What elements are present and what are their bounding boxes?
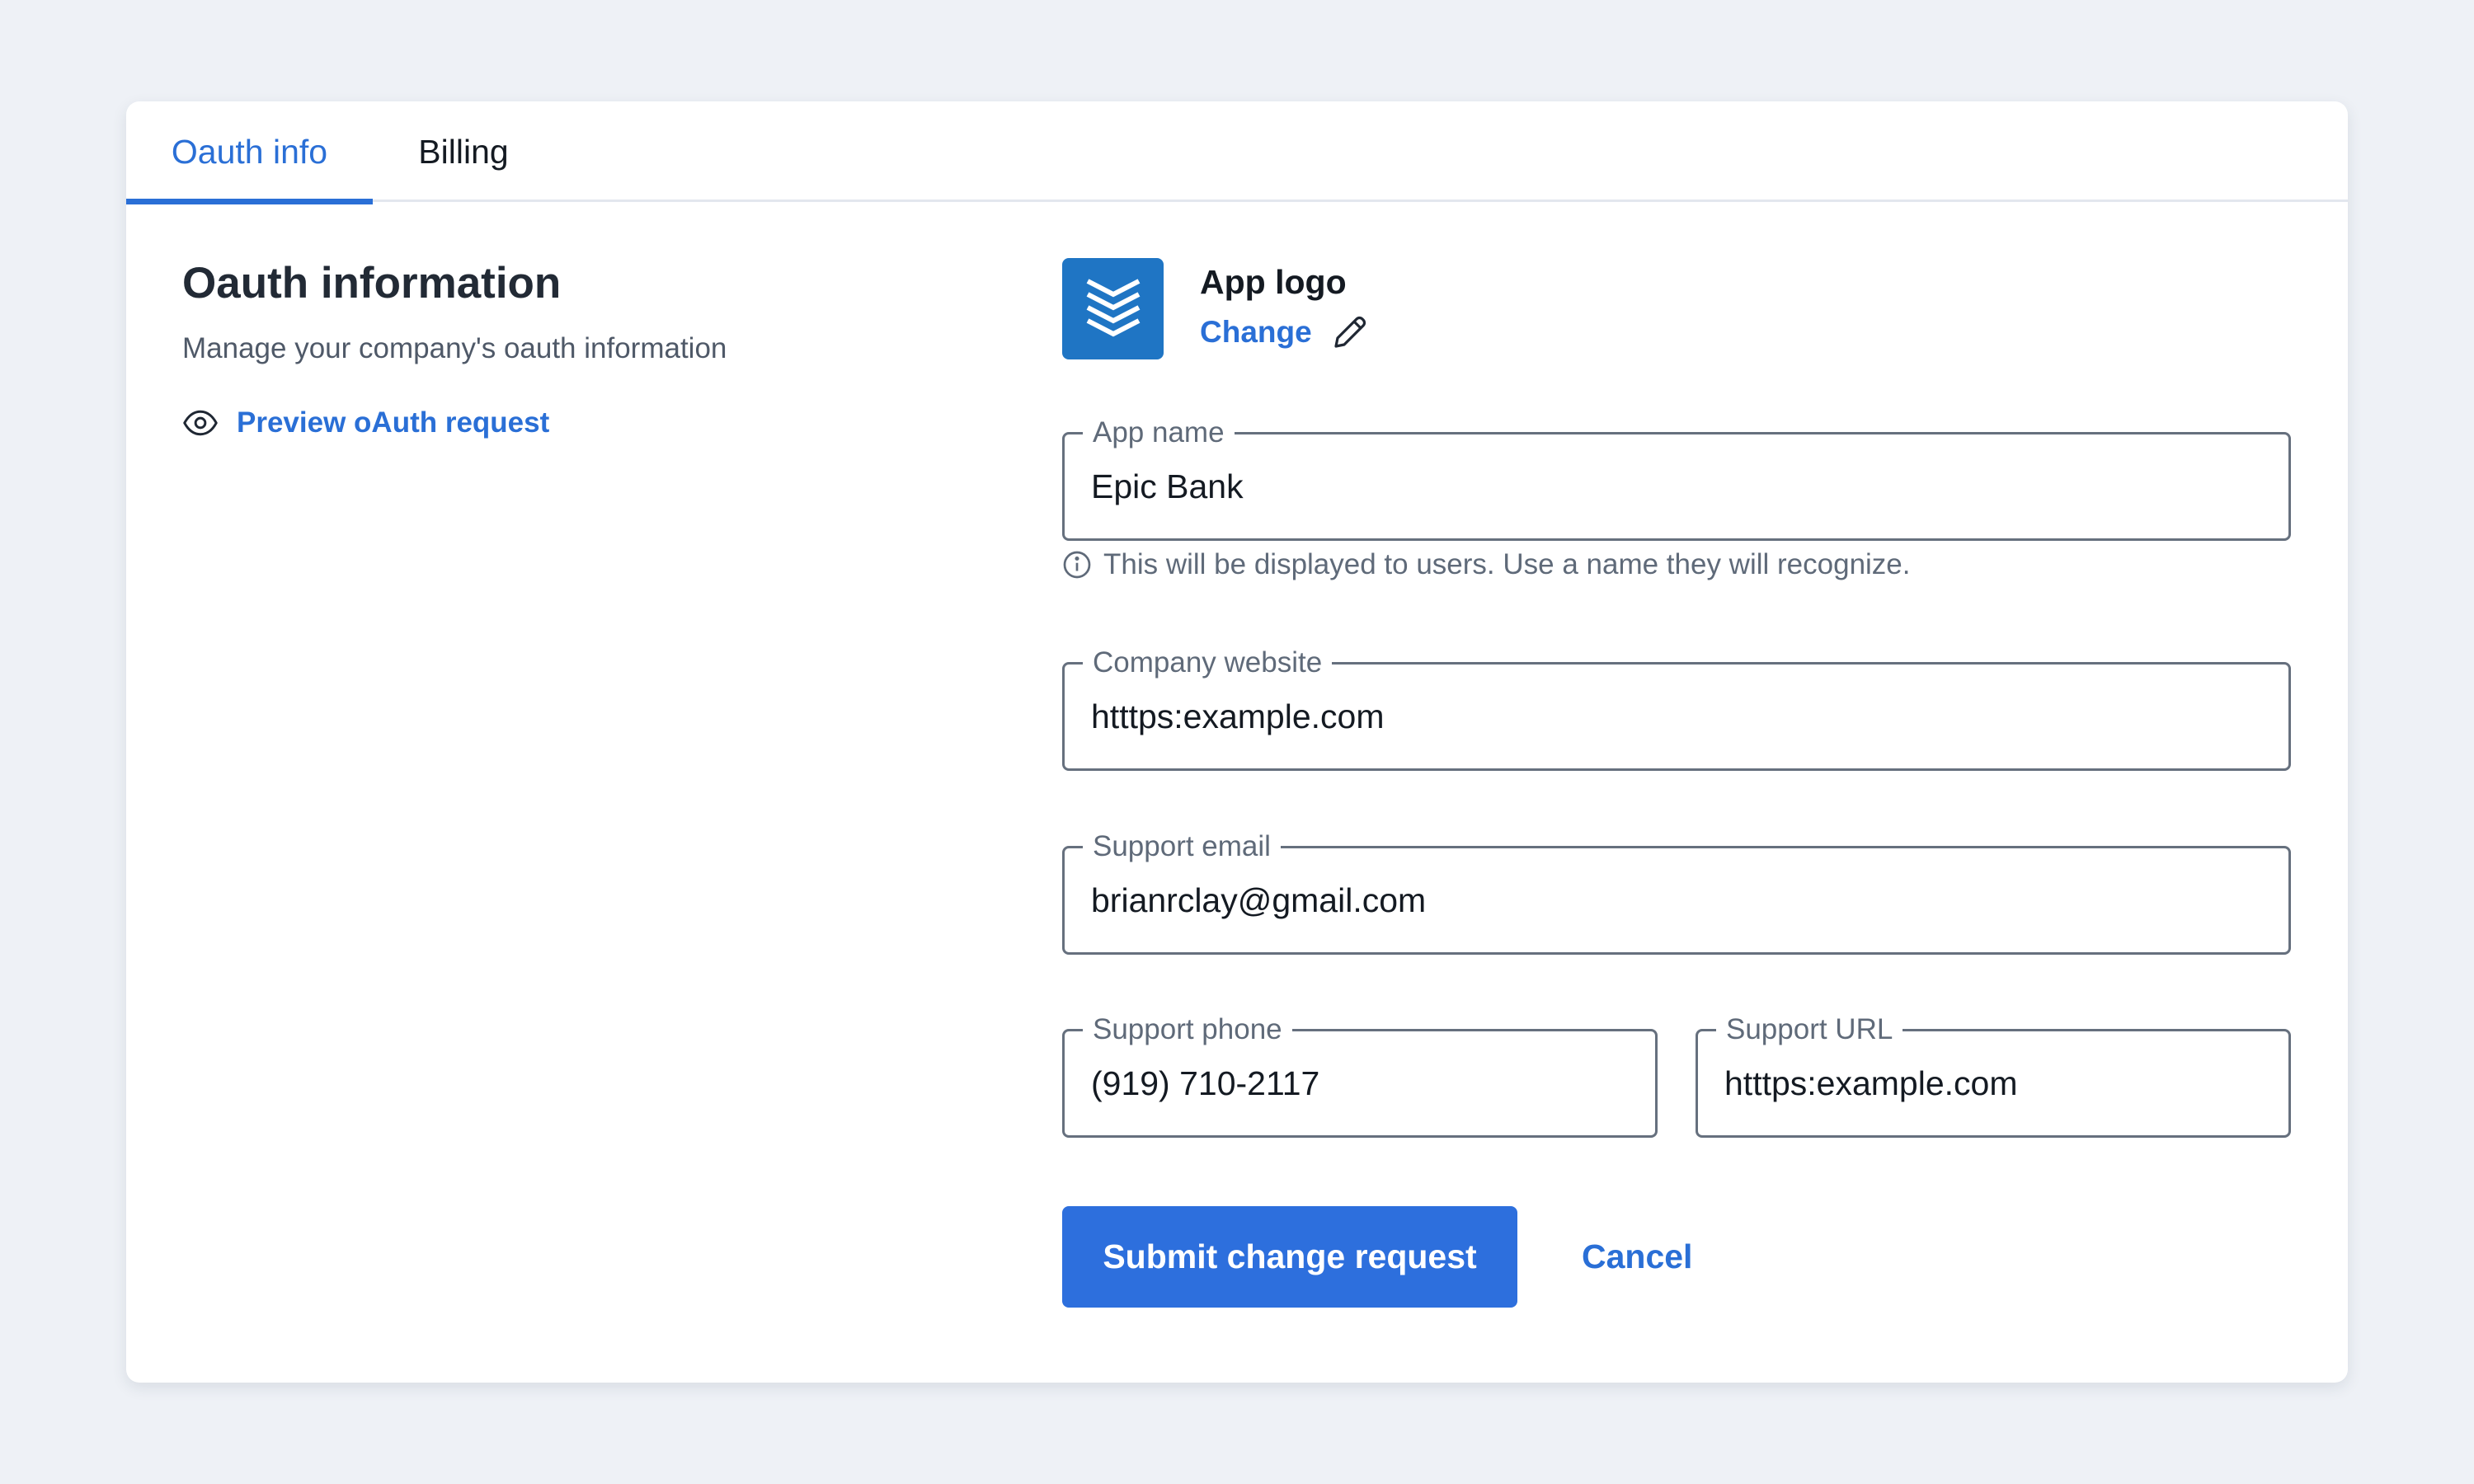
info-icon <box>1063 551 1091 579</box>
section-description: Manage your company's oauth information <box>182 332 727 364</box>
tab-bar: Oauth info Billing <box>126 101 2348 204</box>
company-website-input[interactable]: htttps:example.com <box>1091 665 1385 768</box>
support-url-field[interactable]: Support URL htttps:example.com <box>1696 1013 2291 1138</box>
app-logo-image <box>1062 258 1164 359</box>
support-email-field[interactable]: Support email brianrclay@gmail.com <box>1062 830 2291 955</box>
eye-icon <box>183 410 218 436</box>
settings-card: Oauth info Billing Oauth information Man… <box>126 101 2348 1383</box>
cancel-button[interactable]: Cancel <box>1582 1206 1692 1308</box>
app-name-field[interactable]: App name Epic Bank <box>1062 416 2291 541</box>
pencil-icon[interactable] <box>1330 312 1370 352</box>
app-logo-label: App logo <box>1200 263 1347 301</box>
app-name-hint-text: This will be displayed to users. Use a n… <box>1103 548 1911 580</box>
tab-oauth-info[interactable]: Oauth info <box>126 101 373 204</box>
tab-billing[interactable]: Billing <box>373 101 554 202</box>
chevron-stack-logo <box>1086 278 1140 336</box>
submit-change-request-button[interactable]: Submit change request <box>1062 1206 1517 1308</box>
support-email-input[interactable]: brianrclay@gmail.com <box>1091 848 1426 952</box>
change-logo-label[interactable]: Change <box>1200 315 1312 350</box>
change-logo-button[interactable]: Change <box>1200 312 1370 352</box>
support-phone-field[interactable]: Support phone (919) 710-2117 <box>1062 1013 1658 1138</box>
app-name-input[interactable]: Epic Bank <box>1091 434 1244 538</box>
preview-link-label[interactable]: Preview oAuth request <box>237 406 549 439</box>
support-url-input[interactable]: htttps:example.com <box>1724 1031 2018 1135</box>
company-website-field[interactable]: Company website htttps:example.com <box>1062 646 2291 771</box>
preview-oauth-request-link[interactable]: Preview oAuth request <box>182 405 549 441</box>
support-phone-input[interactable]: (919) 710-2117 <box>1091 1031 1319 1135</box>
section-title: Oauth information <box>182 259 562 308</box>
app-name-hint: This will be displayed to users. Use a n… <box>1062 548 1911 581</box>
